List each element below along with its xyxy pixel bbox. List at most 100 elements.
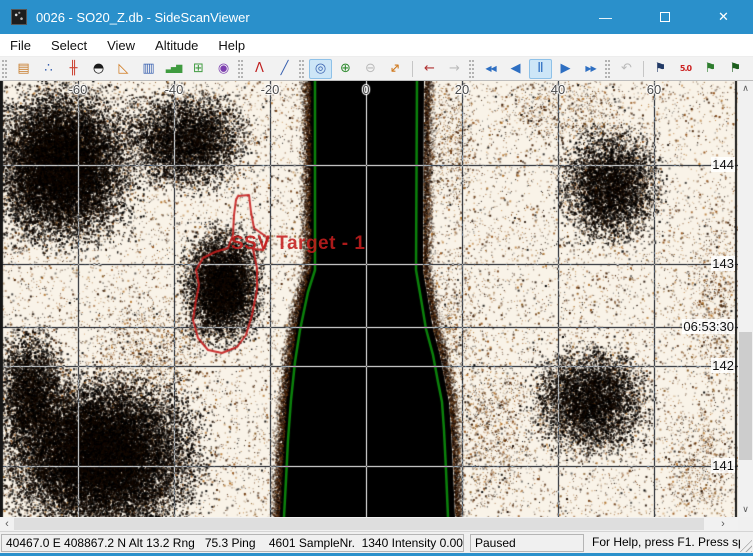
track-plot-icon: ∴: [44, 62, 52, 75]
zoom-select-button[interactable]: ◎: [309, 59, 332, 79]
scroll-left-icon[interactable]: ‹: [0, 517, 14, 531]
axis-label-top: 0: [362, 82, 369, 97]
horizontal-scroll-thumb[interactable]: [14, 518, 704, 530]
angle-tool-button[interactable]: ◺: [112, 59, 135, 79]
data-table-icon: ⊞: [193, 62, 204, 75]
fast-rewind-button[interactable]: ◀◀: [479, 59, 502, 79]
close-button[interactable]: ✕: [694, 0, 753, 34]
gain-controls-icon: ╫: [70, 62, 78, 75]
compass-tool-button[interactable]: Λ: [248, 59, 271, 79]
toolbar-grip[interactable]: [605, 60, 610, 78]
axis-label-top: 40: [551, 82, 565, 97]
track-plot-button[interactable]: ∴: [37, 59, 60, 79]
compass-tool-icon: Λ: [255, 62, 264, 75]
toolbar-grip[interactable]: [469, 60, 474, 78]
column-view-button[interactable]: ▥: [137, 59, 160, 79]
vertical-scrollbar[interactable]: ∧ ∨: [738, 81, 753, 517]
target-flag-button[interactable]: ⚑: [649, 59, 672, 79]
mark-target-dark-button[interactable]: ⚑: [724, 59, 747, 79]
toolbar-grip[interactable]: [238, 60, 243, 78]
axis-label-top: 20: [455, 82, 469, 97]
close-icon: ✕: [718, 9, 729, 25]
previous-view-button[interactable]: ←: [418, 59, 441, 79]
mark-target-green-button[interactable]: ⚑: [699, 59, 722, 79]
target-annotation-label[interactable]: SSV Target - 1: [231, 233, 365, 255]
menu-view[interactable]: View: [97, 35, 145, 56]
play-backward-button[interactable]: ◀: [504, 59, 527, 79]
vertical-scroll-thumb[interactable]: [739, 332, 752, 460]
toolbar-separator: [412, 61, 413, 77]
toolbar-separator: [643, 61, 644, 77]
horizontal-scrollbar[interactable]: ‹ ›: [0, 517, 738, 531]
pause-button[interactable]: Ⅱ: [529, 59, 552, 79]
speed-50-button[interactable]: 5.0: [674, 59, 697, 79]
fast-forward-button[interactable]: ▶▶: [579, 59, 602, 79]
zoom-in-button[interactable]: ⊕: [334, 59, 357, 79]
status-bar: 40467.0 E 408867.2 N Alt 13.2 Rng 75.3 P…: [0, 531, 753, 553]
menu-bar: File Select View Altitude Help: [0, 34, 753, 57]
image-view-button[interactable]: ▤: [12, 59, 35, 79]
scroll-up-icon[interactable]: ∧: [738, 81, 753, 96]
window-title: 0026 - SO20_Z.db - SideScanViewer: [36, 10, 576, 25]
undo-button: ↶: [615, 59, 638, 79]
previous-view-icon: ←: [424, 62, 435, 75]
play-forward-button[interactable]: ▶: [554, 59, 577, 79]
minimize-button[interactable]: —: [576, 0, 635, 34]
status-coordinates: 40467.0 E 408867.2 N Alt 13.2 Rng 75.3 P…: [1, 534, 464, 552]
target-flag-icon: ⚑: [655, 62, 667, 75]
fast-forward-icon: ▶▶: [585, 65, 595, 73]
axis-label-top: -40: [165, 82, 184, 97]
angle-tool-icon: ◺: [119, 62, 129, 75]
menu-file[interactable]: File: [0, 35, 41, 56]
maximize-button[interactable]: [635, 0, 694, 34]
mark-target-green-icon: ⚑: [705, 62, 717, 75]
play-forward-icon: ▶: [561, 62, 571, 75]
scroll-down-icon[interactable]: ∨: [738, 502, 753, 517]
axis-label-right: 142: [711, 358, 735, 373]
measure-tool-icon: ╱: [281, 62, 289, 75]
zoom-fit-button[interactable]: ↔: [384, 59, 407, 79]
status-playback-state: Paused: [470, 534, 584, 552]
coverage-semicircle-icon: ◓: [93, 62, 104, 75]
scrollbar-corner: [738, 517, 753, 531]
axis-label-right: 143: [711, 256, 735, 271]
data-table-button[interactable]: ⊞: [187, 59, 210, 79]
axis-label-right: 141: [711, 458, 735, 473]
menu-help[interactable]: Help: [208, 35, 255, 56]
zoom-in-icon: ⊕: [340, 62, 351, 75]
coverage-semicircle-button[interactable]: ◓: [87, 59, 110, 79]
status-help-text: For Help, press F1. Press sp: [592, 535, 740, 549]
toolbar-grip[interactable]: [2, 60, 7, 78]
scroll-right-icon[interactable]: ›: [716, 517, 730, 531]
axis-label-top: 60: [647, 82, 661, 97]
signal-histogram-button[interactable]: ▃▅▇: [162, 59, 185, 79]
title-bar: 0026 - SO20_Z.db - SideScanViewer — ✕: [0, 0, 753, 34]
play-backward-icon: ◀: [511, 62, 521, 75]
sidescanviewer-window: 0026 - SO20_Z.db - SideScanViewer — ✕ Fi…: [0, 0, 753, 556]
app-icon: [11, 9, 27, 25]
axis-label-top: -60: [69, 82, 88, 97]
pause-icon: Ⅱ: [537, 62, 543, 75]
resize-grip[interactable]: [738, 538, 752, 552]
minimize-icon: —: [599, 10, 612, 25]
menu-altitude[interactable]: Altitude: [145, 35, 208, 56]
fast-rewind-icon: ◀◀: [485, 65, 495, 73]
menu-select[interactable]: Select: [41, 35, 97, 56]
color-palette-button[interactable]: ◉: [212, 59, 235, 79]
color-palette-icon: ◉: [218, 62, 229, 75]
axis-label-right: 06:53:30: [682, 319, 735, 334]
undo-icon: ↶: [621, 62, 632, 75]
sonar-waterfall-image[interactable]: [0, 81, 738, 517]
mark-target-dark-icon: ⚑: [730, 62, 742, 75]
gain-controls-button[interactable]: ╫: [62, 59, 85, 79]
target-flag-gray-button[interactable]: ⚑: [749, 59, 753, 79]
column-view-icon: ▥: [142, 62, 154, 75]
sonar-viewport[interactable]: -60-40-20020406014414306:53:30142141 SSV…: [0, 81, 738, 517]
maximize-icon: [660, 12, 670, 22]
image-view-icon: ▤: [17, 62, 29, 75]
measure-tool-button[interactable]: ╱: [273, 59, 296, 79]
axis-label-top: -20: [261, 82, 280, 97]
toolbar-grip[interactable]: [299, 60, 304, 78]
next-view-icon: →: [449, 62, 460, 75]
zoom-fit-icon: ↔: [387, 60, 404, 77]
